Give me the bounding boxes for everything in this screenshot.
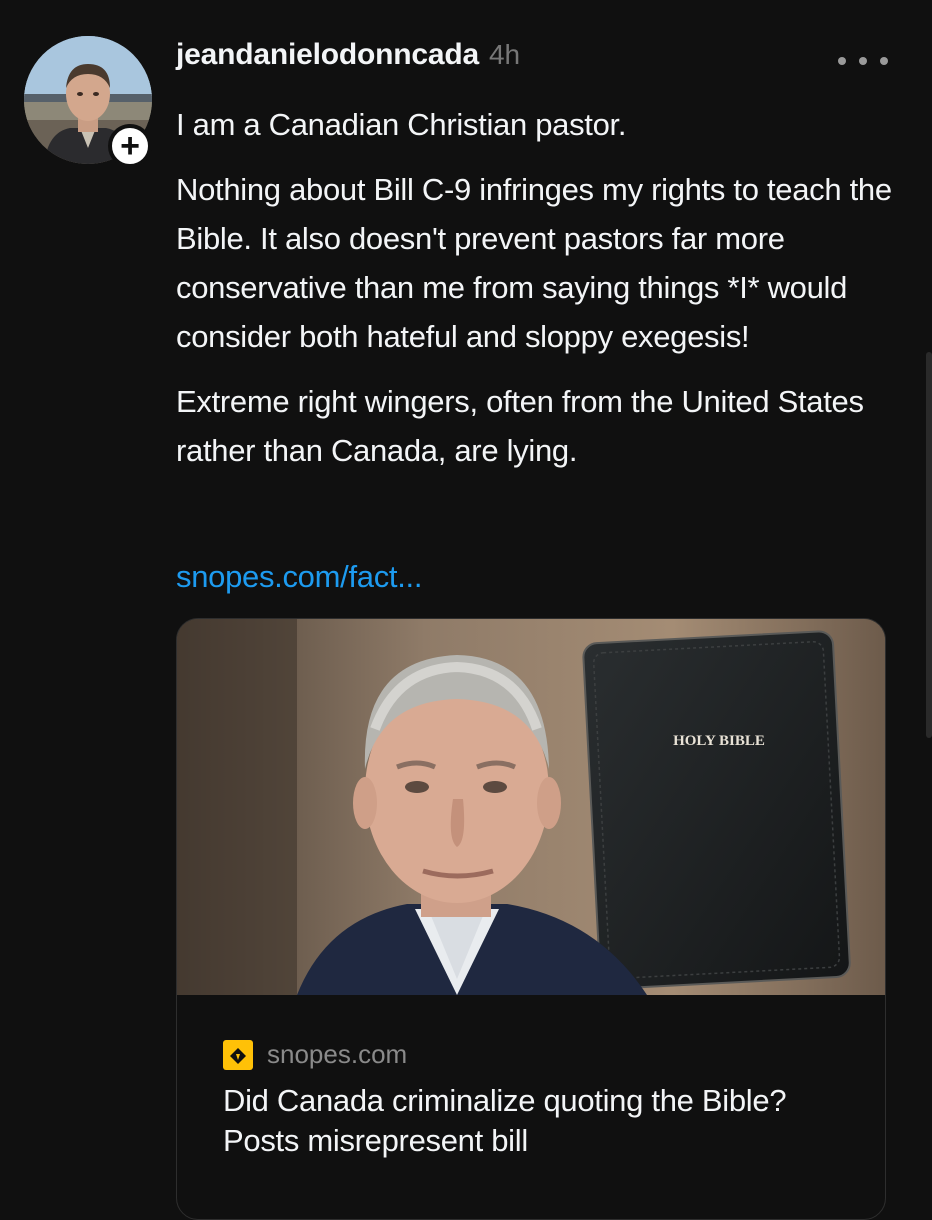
post-paragraph: Extreme right wingers, often from the Un… <box>176 384 864 468</box>
post-header: jeandanielodonncada 4h <box>176 38 520 82</box>
bible-title-text: HOLY BIBLE <box>673 733 765 749</box>
username[interactable]: jeandanielodonncada <box>176 38 479 72</box>
more-options-button[interactable] <box>838 50 888 72</box>
post-link[interactable]: snopes.com/fact... <box>176 552 422 601</box>
link-source: snopes.com <box>223 1039 407 1070</box>
source-domain: snopes.com <box>267 1039 408 1069</box>
more-horizontal-icon <box>838 57 846 65</box>
link-preview-card[interactable]: HOLY BIBLE snopes.com Did Canada crimina… <box>176 618 886 1220</box>
link-title: Did Canada criminalize quoting the Bible… <box>223 1083 787 1158</box>
preview-photo: HOLY BIBLE <box>177 619 885 995</box>
post: + jeandanielodonncada 4h I am a Canadian… <box>0 0 932 1220</box>
plus-icon: + <box>120 127 140 165</box>
follow-button[interactable]: + <box>108 124 152 168</box>
post-body: I am a Canadian Christian pastor. Nothin… <box>176 100 896 491</box>
more-dot <box>859 57 867 65</box>
scrollbar[interactable] <box>926 352 932 738</box>
post-paragraph: Nothing about Bill C-9 infringes my righ… <box>176 172 892 354</box>
post-paragraph: I am a Canadian Christian pastor. <box>176 107 627 142</box>
timestamp[interactable]: 4h <box>489 39 520 71</box>
link-preview-image: HOLY BIBLE <box>177 619 885 995</box>
more-dot <box>880 57 888 65</box>
snopes-logo-icon <box>223 1039 253 1070</box>
